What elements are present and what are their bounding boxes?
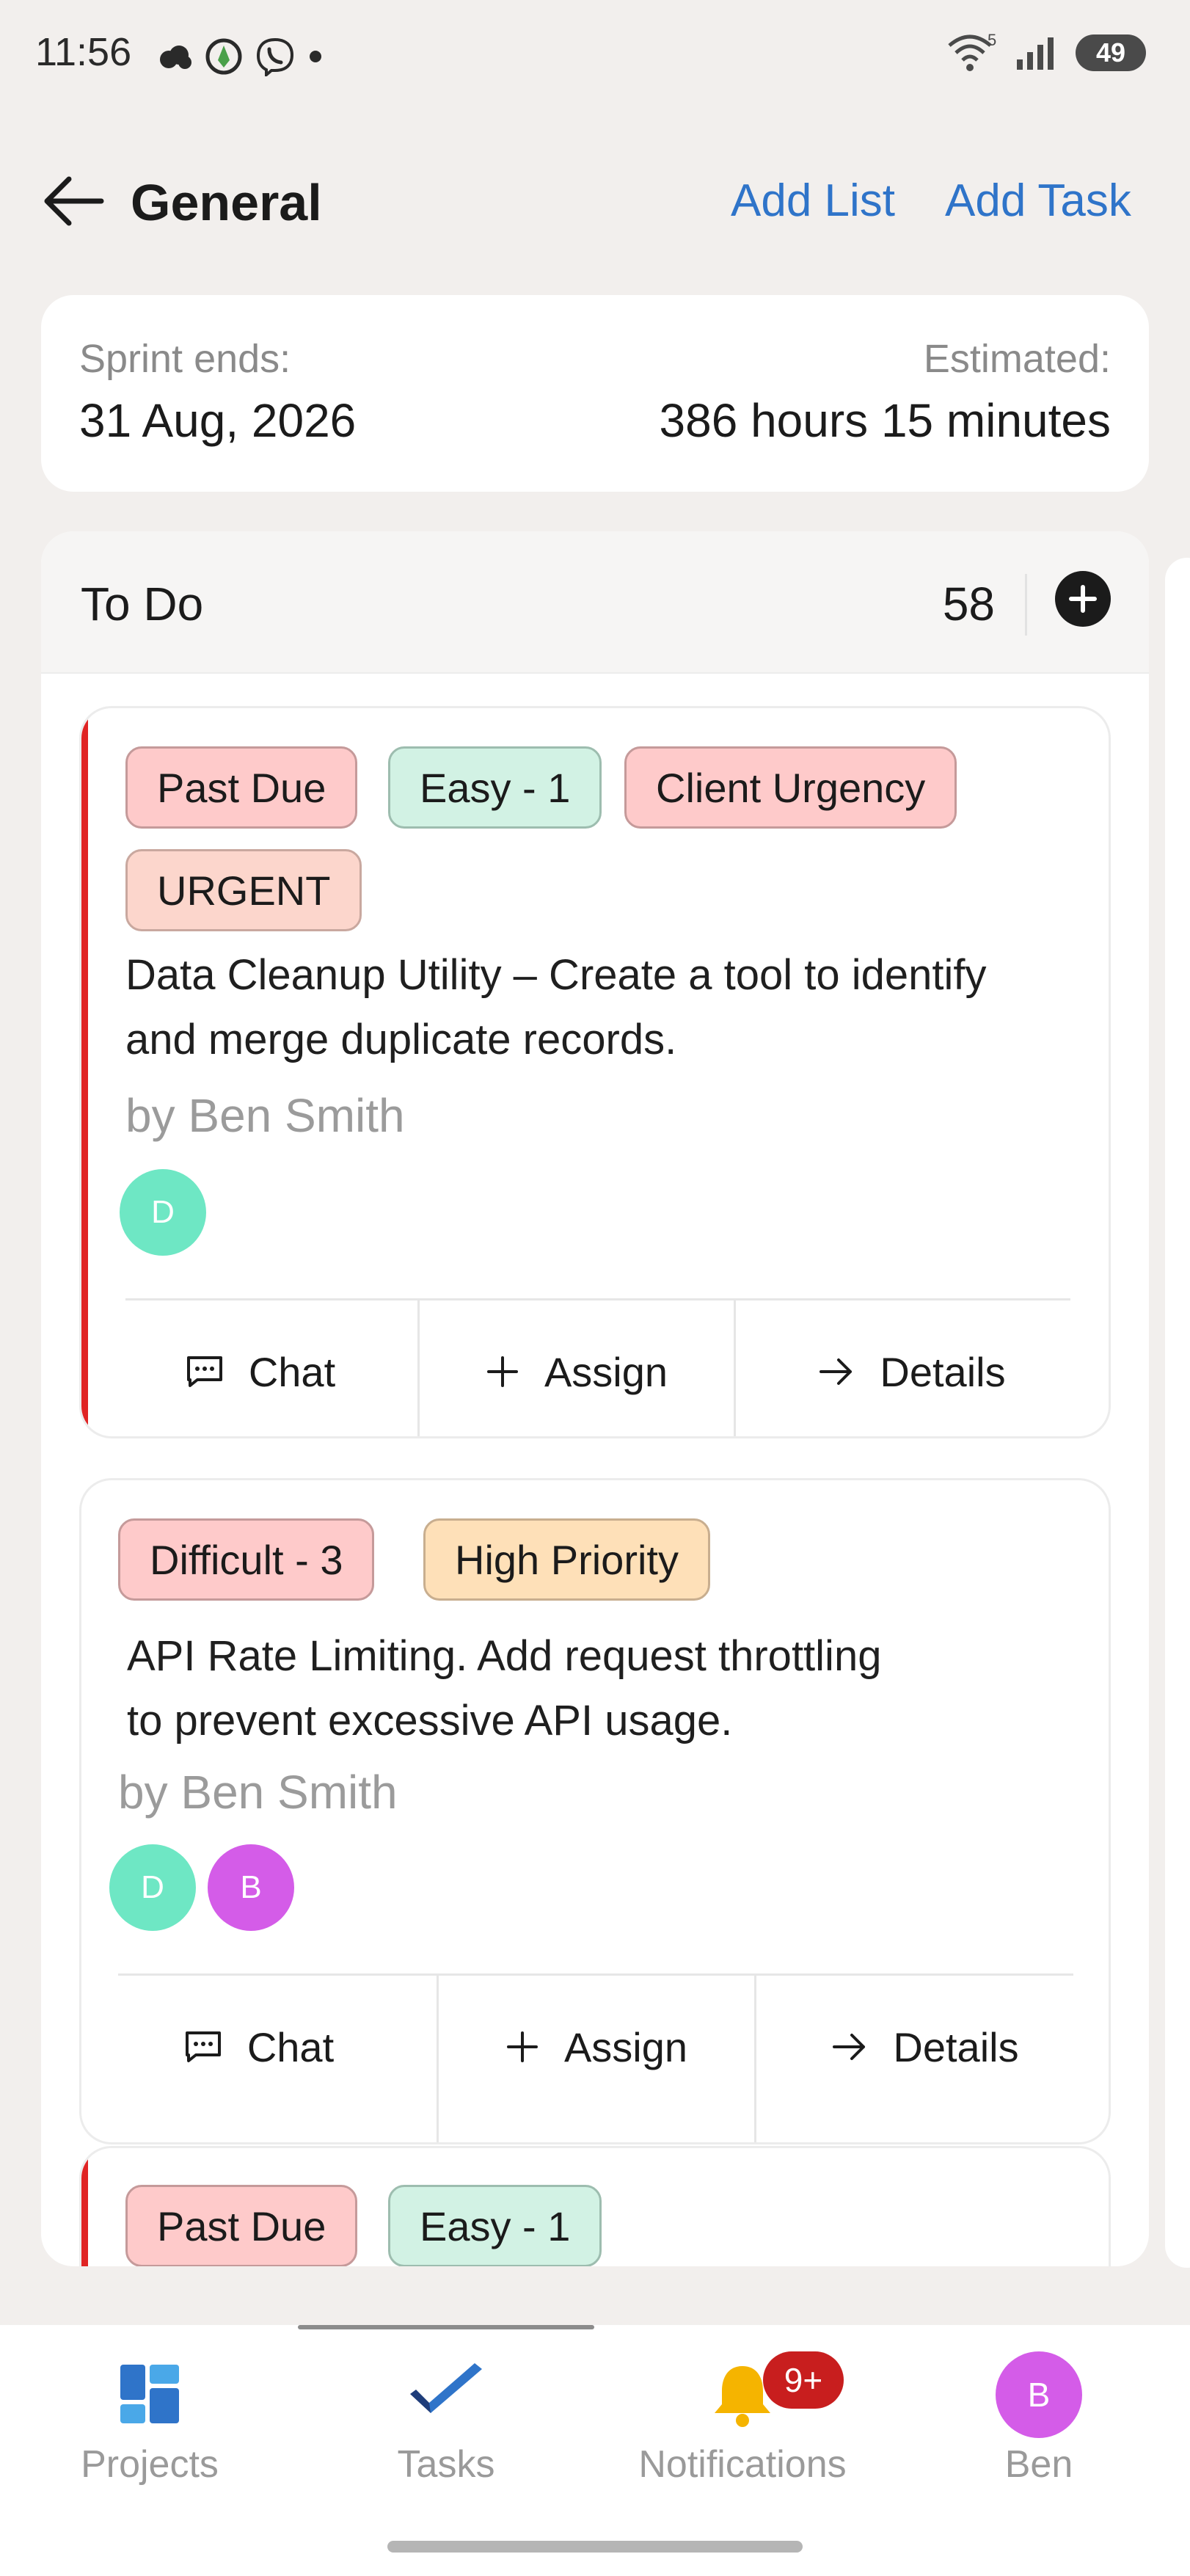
tag-urgent: URGENT xyxy=(125,849,362,931)
status-time: 11:56 xyxy=(35,30,132,74)
tag-past-due: Past Due xyxy=(125,2185,358,2266)
urgent-indicator xyxy=(81,708,88,1436)
chat-icon xyxy=(185,2031,221,2062)
app-circle-icon xyxy=(205,38,242,75)
active-tab-indicator xyxy=(298,2325,594,2329)
sprint-ends-value: 31 Aug, 2026 xyxy=(79,394,357,447)
battery-indicator: 49 xyxy=(1076,34,1146,71)
nav-projects-label: Projects xyxy=(81,2443,219,2486)
task-card[interactable]: Past Due Easy - 1 xyxy=(79,2146,1111,2266)
sprint-ends-label: Sprint ends: xyxy=(79,337,291,381)
chat-icon xyxy=(186,1356,222,1387)
nav-notifications[interactable]: 9+ Notifications xyxy=(632,2351,853,2486)
notifications-badge: 9+ xyxy=(763,2351,844,2409)
nav-profile-label: Ben xyxy=(1004,2443,1073,2486)
avatar[interactable]: D xyxy=(109,1844,196,1931)
tag-past-due: Past Due xyxy=(125,746,358,829)
task-author: by Ben Smith xyxy=(118,1766,398,1819)
task-card[interactable]: Past Due Easy - 1 Client Urgency URGENT … xyxy=(79,706,1111,1438)
nav-projects[interactable]: Projects xyxy=(40,2362,260,2486)
assign-button[interactable]: Assign xyxy=(420,1300,734,1436)
viber-icon xyxy=(256,37,294,76)
task-author: by Ben Smith xyxy=(125,1089,405,1142)
details-label: Details xyxy=(893,2023,1019,2070)
task-card[interactable]: Difficult - 3 High Priority API Rate Lim… xyxy=(79,1478,1111,2144)
tag-difficulty: Difficult - 3 xyxy=(118,1518,375,1601)
estimated-value: 386 hours 15 minutes xyxy=(659,394,1111,447)
checkmark-icon xyxy=(410,2363,482,2413)
add-list-button[interactable]: Add List xyxy=(731,175,895,227)
add-task-to-list-button[interactable] xyxy=(1055,571,1111,627)
dot-icon xyxy=(310,51,321,62)
chat-button[interactable]: Chat xyxy=(81,1975,437,2119)
avatar[interactable]: D xyxy=(120,1169,206,1256)
tag-difficulty: Easy - 1 xyxy=(388,2185,602,2266)
nav-notifications-label: Notifications xyxy=(638,2443,847,2486)
list-title: To Do xyxy=(81,578,204,630)
arrow-right-icon xyxy=(820,1358,853,1385)
arrow-left-icon xyxy=(44,176,104,226)
wifi-label: 5 xyxy=(988,32,996,49)
tag-priority: High Priority xyxy=(423,1518,710,1601)
plus-icon xyxy=(506,2031,538,2062)
task-title-line: Data Cleanup Utility – Create a tool to … xyxy=(125,951,987,999)
signal-icon xyxy=(1017,37,1054,70)
back-button[interactable] xyxy=(41,170,107,232)
urgent-indicator xyxy=(81,2148,88,2266)
status-notification-icons xyxy=(157,37,323,76)
add-task-button[interactable]: Add Task xyxy=(945,175,1131,227)
dashboard-icon xyxy=(120,2365,179,2423)
task-title-line: and merge duplicate records. xyxy=(125,1016,677,1063)
bottom-navigation: Projects Tasks 9+ Notifications B Ben xyxy=(0,2325,1190,2576)
status-system-icons: 5 49 xyxy=(946,32,1146,73)
tag-difficulty: Easy - 1 xyxy=(388,746,602,829)
list-column: To Do 58 Past Due Easy - 1 Client Urgenc… xyxy=(41,531,1149,2266)
plus-icon xyxy=(1069,585,1097,613)
profile-avatar: B xyxy=(996,2351,1082,2438)
details-label: Details xyxy=(880,1348,1006,1395)
list-header-divider xyxy=(1025,574,1027,636)
assign-label: Assign xyxy=(563,2023,688,2070)
task-title-line: API Rate Limiting. Add request throttlin… xyxy=(127,1632,882,1680)
avatar[interactable]: B xyxy=(208,1844,294,1931)
cloud-icon xyxy=(160,46,191,69)
nav-tasks-label: Tasks xyxy=(397,2443,495,2486)
plus-icon xyxy=(486,1356,518,1387)
nav-tasks[interactable]: Tasks xyxy=(336,2362,556,2486)
task-title-line: to prevent excessive API usage. xyxy=(127,1697,733,1744)
wifi-icon: 5 xyxy=(948,32,996,71)
list-header: To Do 58 xyxy=(41,531,1149,674)
chat-button[interactable]: Chat xyxy=(103,1300,417,1436)
page-title: General xyxy=(131,174,322,231)
assign-label: Assign xyxy=(544,1348,668,1395)
details-button[interactable]: Details xyxy=(756,1975,1094,2119)
estimated-label: Estimated: xyxy=(923,337,1111,381)
nav-profile[interactable]: B Ben xyxy=(929,2351,1149,2486)
next-list-column[interactable] xyxy=(1165,558,1190,2268)
arrow-right-icon xyxy=(833,2034,866,2060)
tag-client-urgency: Client Urgency xyxy=(624,746,957,829)
assign-button[interactable]: Assign xyxy=(439,1975,754,2119)
details-button[interactable]: Details xyxy=(736,1300,1088,1436)
chat-label: Chat xyxy=(247,2023,335,2070)
sprint-summary-card: Sprint ends: 31 Aug, 2026 Estimated: 386… xyxy=(41,295,1149,492)
list-count: 58 xyxy=(942,578,995,630)
home-indicator[interactable] xyxy=(387,2541,803,2553)
chat-label: Chat xyxy=(248,1348,336,1395)
